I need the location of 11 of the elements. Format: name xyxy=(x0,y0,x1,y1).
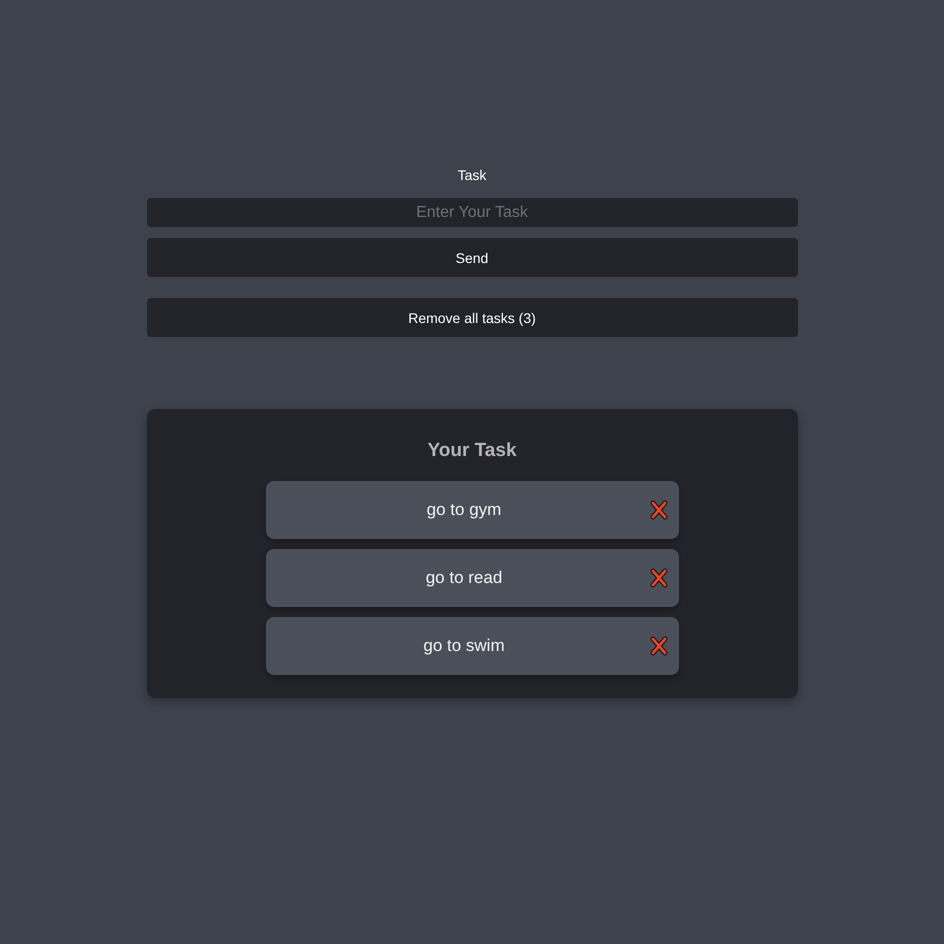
task-text: go to read xyxy=(424,568,504,588)
cross-icon[interactable] xyxy=(650,636,668,656)
send-button[interactable]: Send xyxy=(146,238,798,277)
task-list-title: Your Task xyxy=(427,439,517,463)
task-input-field[interactable]: Enter Your Task xyxy=(146,198,798,227)
remove-all-button[interactable]: Remove all tasks (3) xyxy=(146,298,798,337)
cross-icon[interactable] xyxy=(650,500,668,520)
task-text: go to gym xyxy=(426,500,502,520)
cross-icon[interactable] xyxy=(650,568,668,588)
task-text: go to swim xyxy=(422,636,506,656)
task-label: Task xyxy=(458,166,486,185)
